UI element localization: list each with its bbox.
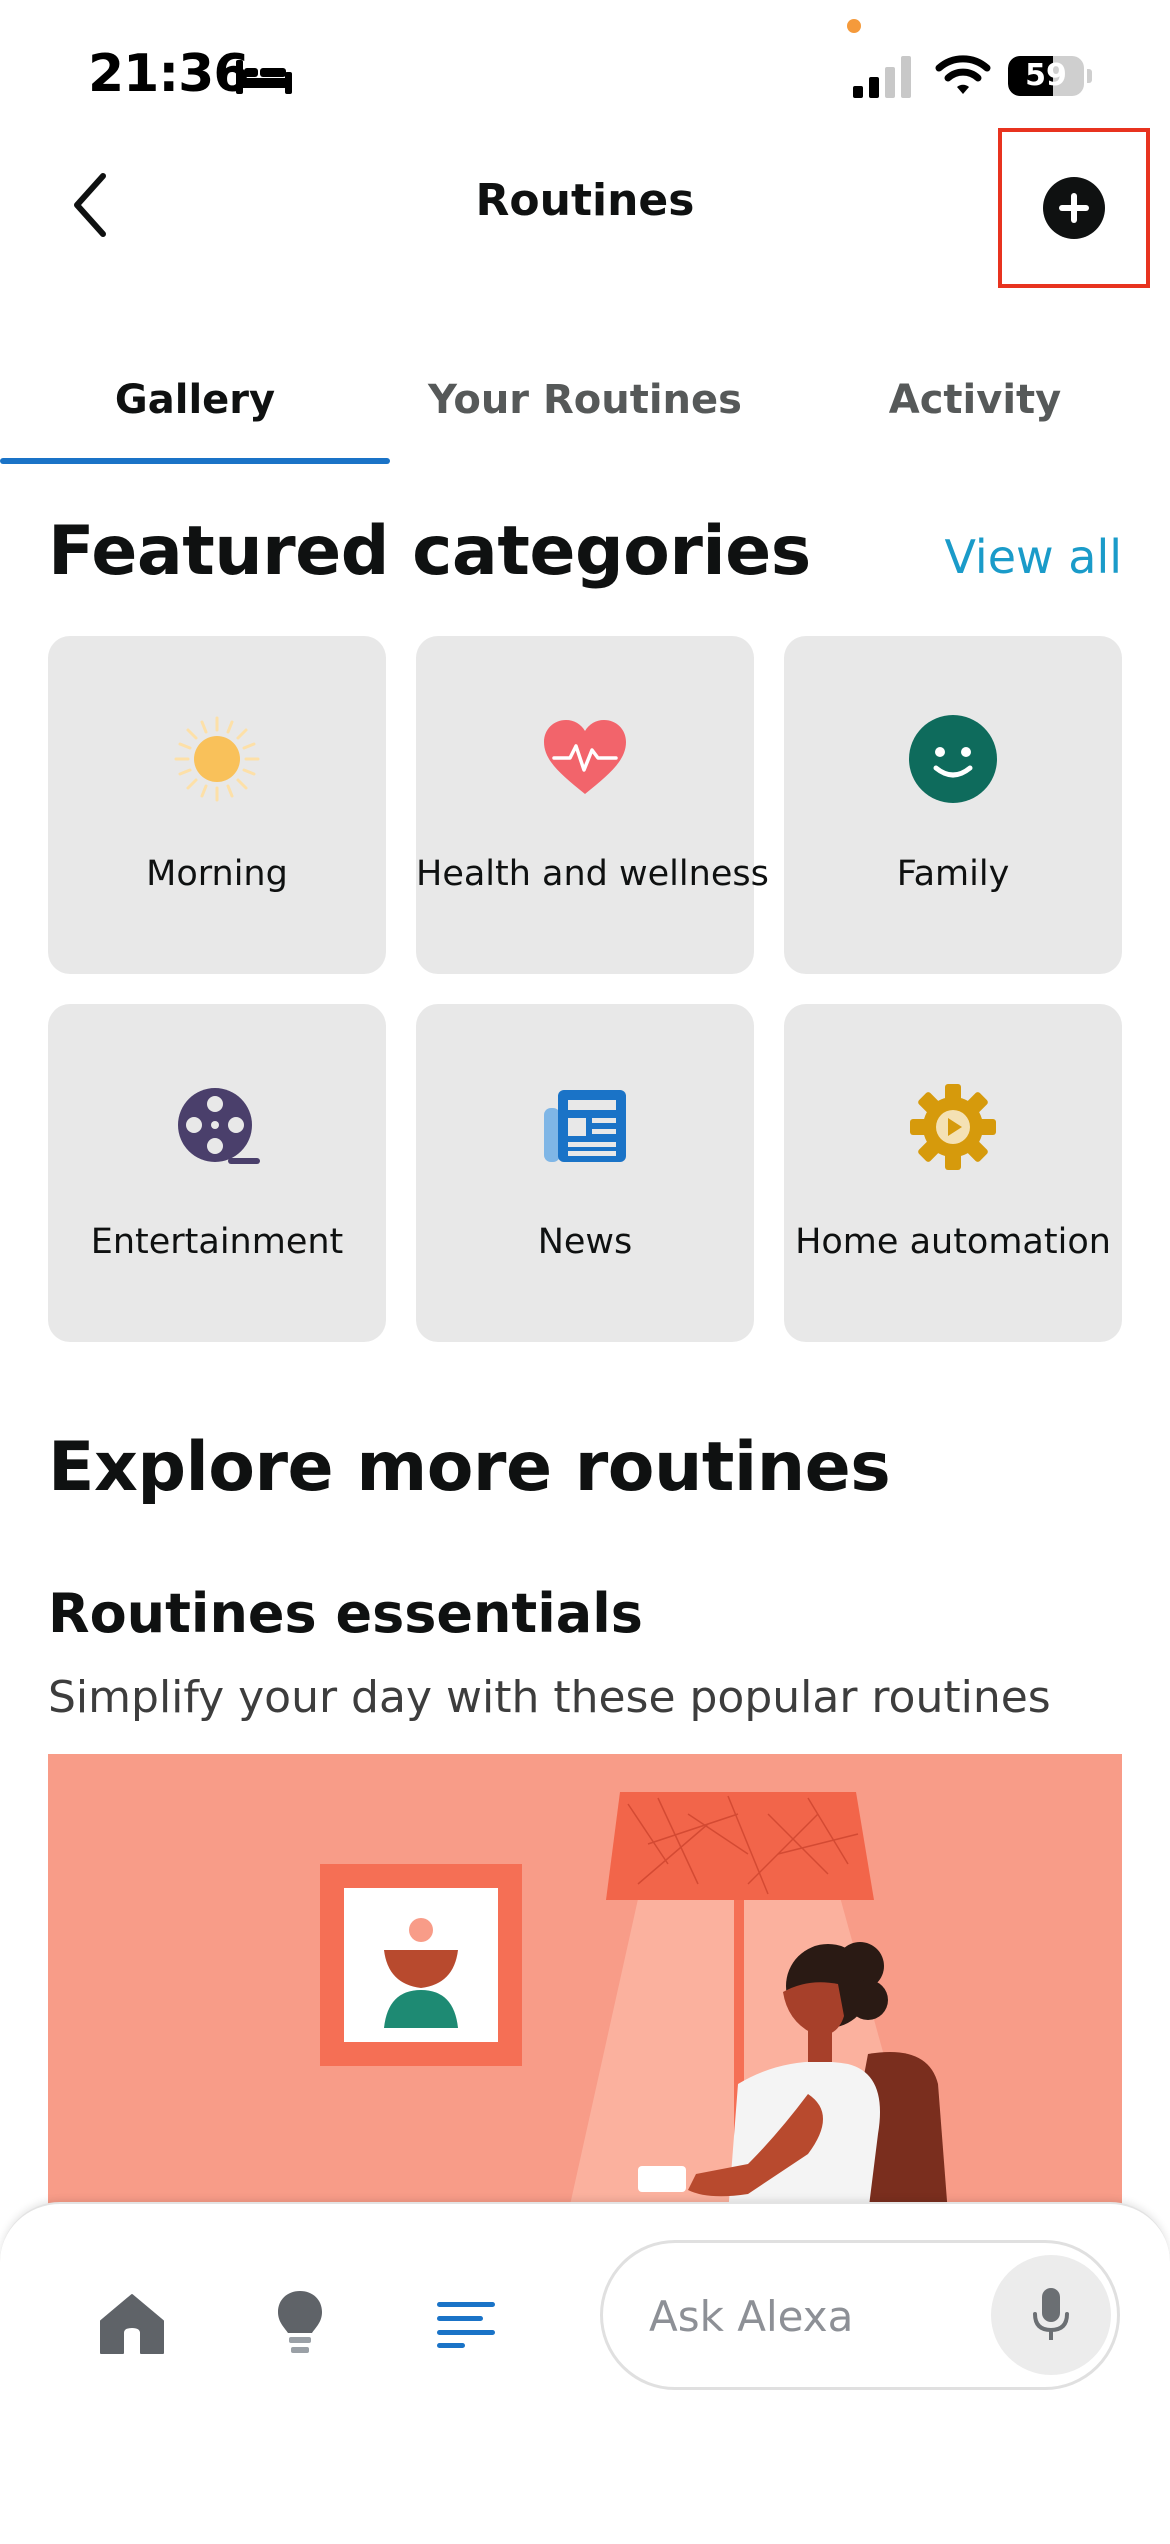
category-card-entertainment[interactable]: Entertainment (48, 1004, 386, 1342)
category-card-morning[interactable]: Morning (48, 636, 386, 974)
newspaper-icon (544, 1090, 626, 1162)
routines-essentials-banner[interactable] (48, 1754, 1122, 2214)
view-all-link[interactable]: View all (944, 530, 1122, 584)
category-card-family[interactable]: Family (784, 636, 1122, 974)
category-label: Morning (146, 854, 288, 894)
category-card-home-automation[interactable]: Home automation (784, 1004, 1122, 1342)
active-tab-indicator (0, 458, 390, 464)
tab-bar: Gallery Your Routines Activity (0, 340, 1170, 466)
person-with-lamp-illustration (48, 1754, 1122, 2214)
ask-alexa-bar (600, 2240, 1120, 2390)
category-label: Entertainment (90, 1222, 344, 1262)
tab-activity[interactable]: Activity (780, 340, 1170, 460)
smiley-face-icon (909, 715, 997, 803)
home-icon (100, 2294, 164, 2354)
heart-pulse-icon (544, 720, 626, 794)
back-button[interactable] (56, 160, 126, 250)
privacy-indicator-dot (847, 19, 861, 33)
battery-level: 59 (1025, 58, 1067, 93)
sun-icon (174, 716, 260, 802)
category-label: Home automation (795, 1222, 1111, 1262)
wifi-icon (935, 55, 991, 94)
status-bar: 21:36 59 (0, 0, 1170, 150)
routines-essentials-title: Routines essentials (48, 1582, 643, 1645)
lightbulb-icon (278, 2291, 322, 2353)
bed-icon (236, 60, 292, 94)
category-label: Family (896, 854, 1010, 894)
signal-icon (853, 56, 911, 98)
gear-play-icon (910, 1084, 996, 1170)
nav-routines-button[interactable] (426, 2284, 506, 2364)
category-label: News (537, 1222, 633, 1262)
bottom-navigation-bar (0, 2202, 1170, 2544)
category-card-health[interactable]: Health and wellness (416, 636, 769, 974)
routines-menu-icon (437, 2302, 495, 2348)
tab-your-routines[interactable]: Your Routines (390, 340, 780, 460)
status-time: 21:36 (88, 44, 250, 104)
plus-circle-icon (1059, 193, 1089, 223)
film-reel-icon (178, 1088, 260, 1164)
nav-devices-button[interactable] (260, 2284, 340, 2364)
add-routine-button[interactable] (1043, 177, 1105, 239)
tab-gallery[interactable]: Gallery (0, 340, 390, 460)
routines-essentials-subtitle: Simplify your day with these popular rou… (48, 1672, 1051, 1723)
ask-alexa-input[interactable] (647, 2283, 971, 2349)
page-title: Routines (475, 175, 695, 226)
nav-home-button[interactable] (92, 2284, 172, 2364)
microphone-button[interactable] (991, 2255, 1111, 2375)
category-label: Health and wellness (416, 854, 769, 894)
category-card-news[interactable]: News (416, 1004, 754, 1342)
featured-categories-title: Featured categories (48, 512, 811, 591)
chevron-left-icon (74, 173, 106, 237)
explore-more-routines-title: Explore more routines (48, 1428, 891, 1507)
microphone-icon (1033, 2288, 1069, 2340)
battery-icon: 59 (1008, 56, 1092, 96)
